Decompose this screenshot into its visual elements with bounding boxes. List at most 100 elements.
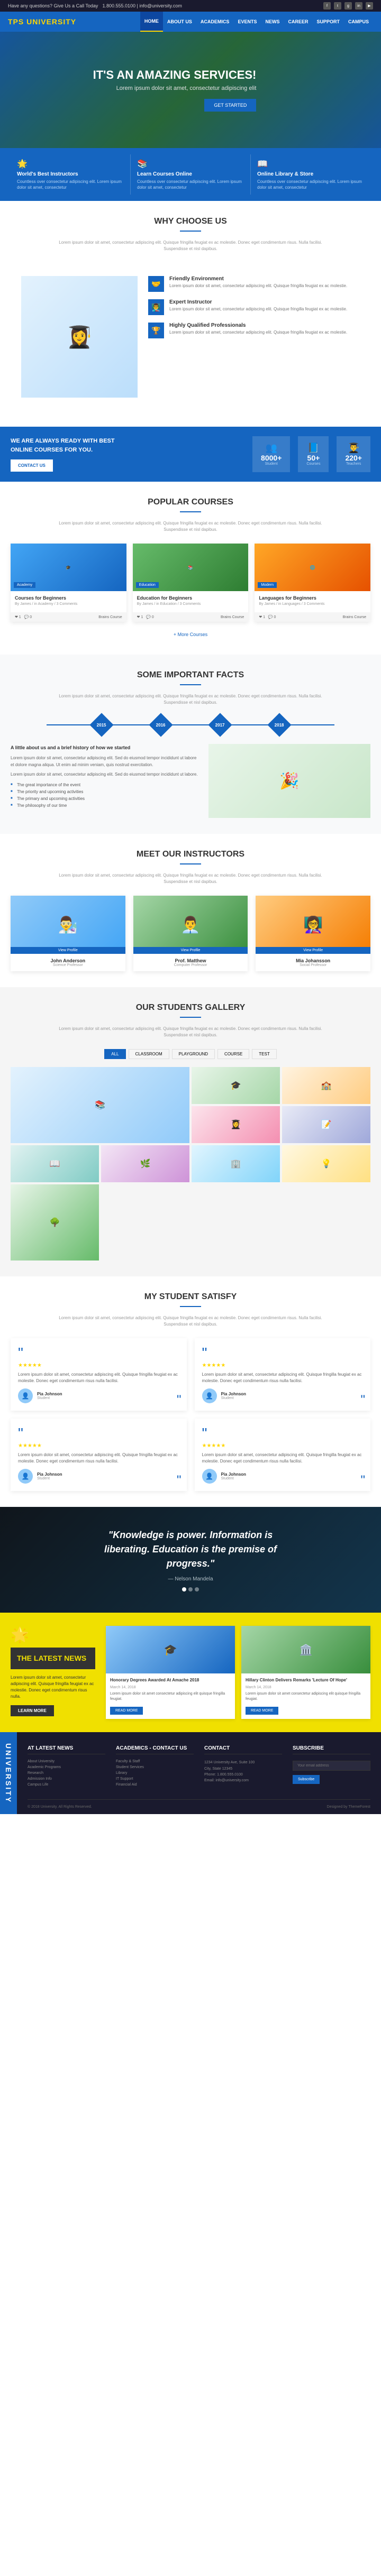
news-icon: 🌟: [11, 1626, 95, 1643]
avatar-2: 👤: [202, 1388, 217, 1403]
more-courses-link[interactable]: + More Courses: [174, 632, 207, 637]
dot-3[interactable]: [195, 1587, 199, 1591]
gallery-item-8[interactable]: 🏢: [192, 1145, 280, 1182]
footer-link-9[interactable]: IT Support: [116, 1777, 194, 1781]
gallery-tab-classroom[interactable]: CLASSROOM: [129, 1049, 169, 1059]
social-linkedin[interactable]: in: [355, 2, 362, 10]
news-card-img-2: 🏛️: [241, 1626, 370, 1673]
news-learn-more-button[interactable]: LEARN MORE: [11, 1705, 54, 1716]
nav-logo[interactable]: TPS UNIVERSITY: [8, 17, 76, 26]
gallery-tab-all[interactable]: ALL: [104, 1049, 125, 1059]
course-meta-2: By James / in Education / 3 Comments: [137, 602, 244, 606]
gallery-item-9[interactable]: 💡: [282, 1145, 370, 1182]
footer-link-6[interactable]: Faculty & Staff: [116, 1760, 194, 1763]
course-img-3: 🌐 Modern: [255, 544, 370, 591]
gallery-item-5[interactable]: 📝: [282, 1106, 370, 1143]
dot-1[interactable]: [182, 1587, 186, 1591]
footer-main: AT LATEST NEWS About University Academic…: [17, 1732, 381, 1814]
stat-students-num: 8000+: [261, 454, 282, 462]
gallery-section: OUR STUDENTS GALLERY Lorem ipsum dolor s…: [0, 987, 381, 1276]
gallery-item-4[interactable]: 👩‍🎓: [192, 1106, 280, 1143]
course-stats-1: ❤ 1 💬 0: [15, 615, 32, 619]
gallery-item-2[interactable]: 🎓: [192, 1067, 280, 1104]
testimonials-grid: " ★★★★★ Lorem ipsum dolor sit amet, cons…: [11, 1338, 370, 1491]
footer-link-5[interactable]: Campus Life: [28, 1783, 105, 1787]
footer-link-2[interactable]: Academic Programs: [28, 1765, 105, 1769]
nav-item-news[interactable]: News: [261, 12, 284, 32]
gallery-item-1[interactable]: 📚: [11, 1067, 189, 1143]
gallery-tab-playground[interactable]: PLAYGROUND: [172, 1049, 215, 1059]
feature-library-title: Online Library & Store: [257, 171, 364, 177]
instructor-body-3: Mia Johansson Social Professor: [256, 954, 370, 971]
footer-link-3[interactable]: Research: [28, 1771, 105, 1775]
why-item-professionals-desc: Lorem ipsum dolor sit amet, consectetur …: [169, 329, 347, 335]
author-info-4: Pia Johnson Student: [221, 1472, 247, 1480]
fact-bullet-3: The primary and upcoming activities: [11, 795, 198, 802]
gallery-item-6[interactable]: 📖: [11, 1145, 99, 1182]
hero-section: IT'S AN AMAZING SERVICES! Lorem ipsum do…: [0, 32, 381, 148]
gallery-item-7[interactable]: 🌿: [101, 1145, 189, 1182]
footer-link-10[interactable]: Financial Aid: [116, 1783, 194, 1787]
footer-subscribe-button[interactable]: Subscribe: [293, 1775, 320, 1784]
news-card-body-2: Hillary Clinton Delivers Remarks 'Lectur…: [241, 1673, 370, 1719]
nav-item-about[interactable]: About Us: [163, 12, 196, 32]
banner-contact-button[interactable]: CONTACT US: [11, 459, 53, 472]
stat-students: 👥 8000+ Student: [252, 436, 290, 472]
course-card-3: 🌐 Modern Languages for Beginners By Jame…: [255, 544, 370, 622]
footer-contact-text: 1234 University Ave, Suite 100 City, Sta…: [204, 1760, 282, 1783]
why-item-expert-icon: 👨‍🏫: [148, 299, 164, 315]
course-body-3: Languages for Beginners By James / in La…: [255, 591, 370, 612]
news-section: 🌟 THE LATEST NEWS Lorem ipsum dolor sit …: [0, 1613, 381, 1732]
social-facebook[interactable]: f: [323, 2, 331, 10]
course-meta-3: By James / in Languages / 3 Comments: [259, 602, 366, 606]
stat-students-label: Student: [261, 462, 282, 466]
top-bar-right: f t g in ▶: [323, 2, 373, 10]
footer-link-4[interactable]: Admission Info: [28, 1777, 105, 1781]
navigation: TPS UNIVERSITY Home About Us Academics E…: [0, 12, 381, 32]
gallery-tab-test[interactable]: TEST: [252, 1049, 276, 1059]
timeline-year-1: 2015: [89, 713, 113, 737]
author-info-2: Pia Johnson Student: [221, 1392, 247, 1400]
why-item-professionals-text: Highly Qualified Professionals Lorem ips…: [169, 323, 347, 335]
testimonial-2: " ★★★★★ Lorem ipsum dolor sit amet, cons…: [195, 1338, 371, 1411]
gallery-tab-course[interactable]: COURSE: [217, 1049, 249, 1059]
gallery-item-3[interactable]: 🏫: [282, 1067, 370, 1104]
instructor-name-3: Mia Johansson: [260, 958, 366, 963]
news-card-title-1: Honorary Degrees Awarded At Amache 2018: [110, 1678, 231, 1683]
footer-link-1[interactable]: About University: [28, 1760, 105, 1763]
course-label-2: Brains Course: [221, 615, 244, 619]
stars-2: ★★★★★: [202, 1363, 364, 1368]
read-more-button-2[interactable]: READ MORE: [246, 1707, 278, 1715]
social-twitter[interactable]: t: [334, 2, 341, 10]
quote-open-4: ": [202, 1426, 364, 1441]
instructor-card-3: 👩‍🏫 View Profile Mia Johansson Social Pr…: [256, 896, 370, 971]
why-item-expert-title: Expert Instructor: [169, 299, 347, 305]
read-more-button-1[interactable]: READ MORE: [110, 1707, 143, 1715]
instructor-label-1[interactable]: View Profile: [11, 947, 125, 954]
facts-left: A little about us and a brief history of…: [11, 744, 198, 818]
instructors-subtitle: Lorem ipsum dolor sit amet, consectetur …: [58, 872, 323, 885]
footer-link-7[interactable]: Student Services: [116, 1765, 194, 1769]
gallery-item-10[interactable]: 🌳: [11, 1184, 99, 1261]
quote-close-3: ": [177, 1474, 182, 1487]
instructor-label-2[interactable]: View Profile: [133, 947, 248, 954]
social-google[interactable]: g: [344, 2, 352, 10]
social-youtube[interactable]: ▶: [366, 2, 373, 10]
hero-cta-button[interactable]: GET STARTED: [204, 99, 256, 112]
footer-col-news: AT LATEST NEWS About University Academic…: [28, 1745, 105, 1789]
author-info-3: Pia Johnson Student: [37, 1472, 62, 1480]
course-card-1: 🎓 Academy Courses for Beginners By James…: [11, 544, 126, 622]
course-title-3: Languages for Beginners: [259, 595, 366, 601]
news-card-img-1: 🎓: [106, 1626, 235, 1673]
instructor-label-3[interactable]: View Profile: [256, 947, 370, 954]
footer-link-8[interactable]: Library: [116, 1771, 194, 1775]
nav-item-events[interactable]: Events: [233, 12, 261, 32]
nav-item-support[interactable]: Support: [312, 12, 344, 32]
nav-item-academics[interactable]: Academics: [196, 12, 234, 32]
nav-item-campus[interactable]: Campus: [344, 12, 373, 32]
footer-rotated-logo: UNIVERSITY: [0, 1732, 17, 1814]
footer-email-input[interactable]: [293, 1761, 370, 1771]
nav-item-home[interactable]: Home: [140, 12, 163, 32]
dot-2[interactable]: [188, 1587, 193, 1591]
nav-item-career[interactable]: Career: [284, 12, 312, 32]
